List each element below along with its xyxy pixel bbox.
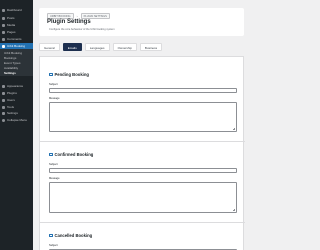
submenu-item-urbit-booking[interactable]: Urbit Booking [4,52,22,55]
page-subtitle: Configure the core behaviour of the Urbi… [49,28,115,31]
sidebar-item-posts[interactable]: Posts [0,15,33,21]
settings-icon [2,111,5,115]
sidebar-item-label: Collapse Menu [7,118,28,122]
calendar-icon [2,44,5,48]
section-header: Cancelled Booking [49,233,237,238]
sidebar-item-label: Posts [7,16,15,20]
tab-business[interactable]: Business [139,43,163,51]
main-content: URBIT BOOKING › PLUGIN SETTINGS Plugin S… [33,0,250,250]
sidebar-item-label: Settings [7,111,18,115]
plugin-icon [2,91,5,95]
envelope-icon [49,153,53,156]
confirmed-subject-input[interactable] [49,168,237,173]
pages-icon [2,30,5,34]
envelope-icon [49,234,53,237]
message-label: Message [49,97,60,100]
collapse-icon [2,118,5,122]
tab-general[interactable]: General [39,43,60,51]
page-header: URBIT BOOKING › PLUGIN SETTINGS Plugin S… [39,8,244,36]
sidebar-item-settings[interactable]: Settings [0,110,33,116]
sidebar-item-users[interactable]: Users [0,97,33,103]
sidebar-collapse-menu[interactable]: Collapse Menu [0,117,33,123]
settings-tabs: General Emails Languages Ownership Busin… [39,43,163,51]
wrench-icon [2,105,5,109]
users-icon [2,98,5,102]
subject-label: Subject [49,244,58,247]
sidebar-item-label: Appearance [7,84,24,88]
cancelled-booking-section: Cancelled Booking Subject [49,233,237,250]
dashboard-icon [2,8,5,12]
sidebar-item-label: Users [7,98,15,102]
media-icon [2,23,5,27]
admin-sidebar: Dashboard Posts Media Pages Comments Urb… [0,0,33,250]
breadcrumb-separator: › [76,13,78,18]
sidebar-submenu: Urbit Booking Bookings Event Types Avail… [0,49,33,76]
sidebar-item-label: Dashboard [7,8,22,12]
section-title: Cancelled Booking [54,233,93,238]
comments-icon [2,37,5,41]
submenu-item-event-types[interactable]: Event Types [4,62,20,65]
sidebar-item-media[interactable]: Media [0,22,33,28]
posts-icon [2,16,5,20]
section-header: Confirmed Booking [49,152,237,157]
sidebar-item-plugins[interactable]: Plugins [0,90,33,96]
tab-ownership[interactable]: Ownership [112,43,137,51]
sidebar-item-label: Comments [7,37,22,41]
section-divider [40,222,245,223]
confirmed-booking-section: Confirmed Booking Subject Message [49,152,237,214]
section-title: Pending Booking [54,72,89,77]
sidebar-item-label: Urbit Booking [7,44,26,48]
pending-message-textarea[interactable] [49,102,237,132]
sidebar-item-appearance[interactable]: Appearance [0,83,33,89]
sidebar-item-label: Plugins [7,91,17,95]
confirmed-message-textarea[interactable] [49,182,237,213]
submenu-item-bookings[interactable]: Bookings [4,57,16,60]
section-title: Confirmed Booking [54,152,94,157]
resize-handle-icon[interactable] [233,128,235,130]
envelope-icon [49,73,53,76]
pending-subject-input[interactable] [49,88,237,93]
brush-icon [2,84,5,88]
subject-label: Subject [49,163,58,166]
tab-emails[interactable]: Emails [62,43,82,51]
tab-languages[interactable]: Languages [84,43,110,51]
section-header: Pending Booking [49,72,237,77]
submenu-item-settings[interactable]: Settings [4,72,16,75]
page-title: Plugin Settings [47,19,91,25]
sidebar-item-label: Tools [7,105,15,109]
sidebar-item-label: Pages [7,30,16,34]
section-divider [40,141,245,142]
sidebar-item-dashboard[interactable]: Dashboard [0,7,33,13]
submenu-item-availability[interactable]: Availability [4,67,18,70]
sidebar-item-pages[interactable]: Pages [0,29,33,35]
subject-label: Subject [49,83,58,86]
emails-panel: Pending Booking Subject Message Confirme… [39,56,245,250]
sidebar-item-label: Media [7,23,16,27]
sidebar-item-comments[interactable]: Comments [0,36,33,42]
resize-handle-icon[interactable] [233,209,235,211]
message-label: Message [49,177,60,180]
pending-booking-section: Pending Booking Subject Message [49,72,237,132]
